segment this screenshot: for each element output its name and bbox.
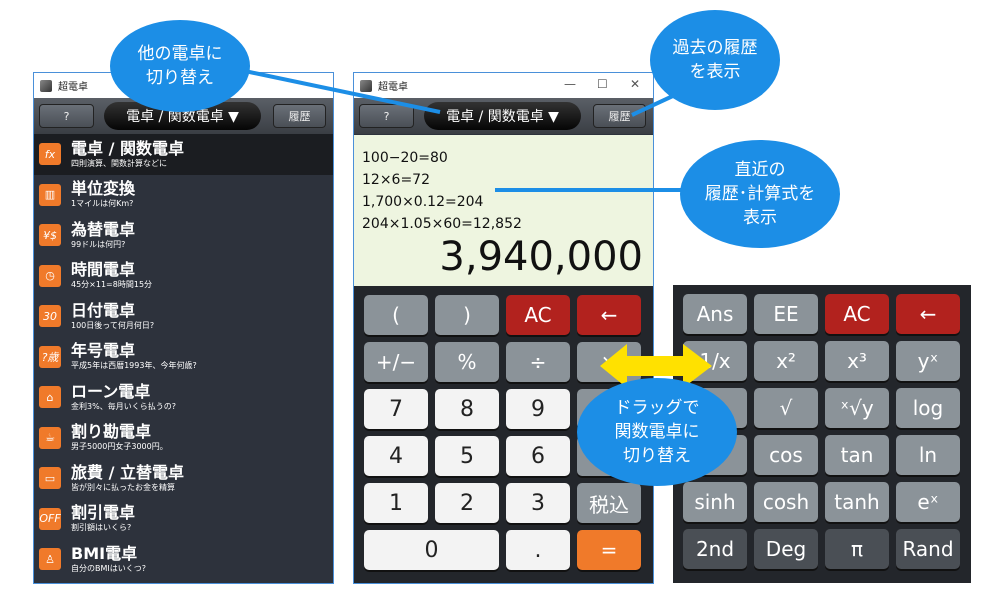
callout-history: 過去の履歴 を表示 [650, 10, 780, 110]
callout-line [631, 93, 676, 117]
callout-recent: 直近の 履歴･計算式を 表示 [680, 140, 840, 248]
callout-line [239, 68, 441, 114]
callout-drag: ドラッグで 関数電卓に 切り替え [577, 378, 737, 486]
callout-switch: 他の電卓に 切り替え [110, 20, 250, 112]
